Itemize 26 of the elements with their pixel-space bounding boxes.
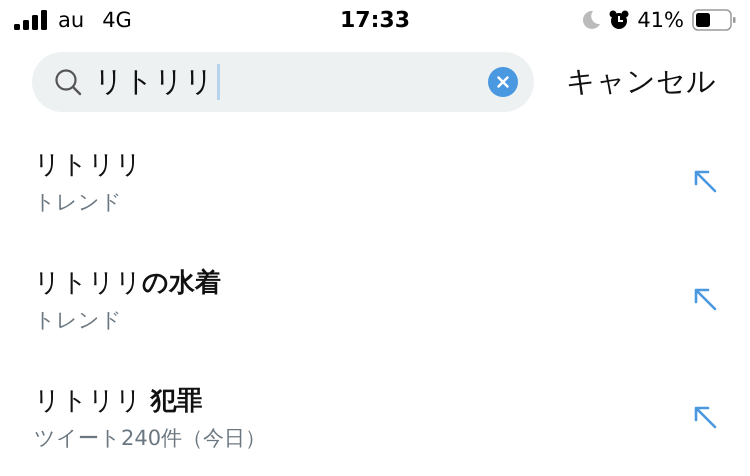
arrow-icon[interactable]	[692, 168, 718, 194]
search-field[interactable]: リトリリ	[32, 52, 534, 112]
battery-percent: 41%	[637, 8, 684, 32]
clear-button[interactable]	[488, 67, 518, 97]
suggestion-subtitle: トレンド	[34, 188, 123, 216]
network-type: 4G	[102, 8, 132, 32]
suggestion-row[interactable]: リトリリ 犯罪 ツイート240件（今日）	[0, 358, 750, 476]
search-icon	[54, 68, 82, 96]
suggestion-subtitle: トレンド	[34, 306, 123, 334]
arrow-icon[interactable]	[692, 286, 718, 312]
suggestion-subtitle: ツイート240件（今日）	[34, 424, 268, 452]
clock-time: 17:33	[340, 8, 410, 32]
moon-icon	[581, 10, 602, 30]
suggestion-title: リトリリの水着	[34, 266, 222, 300]
signal-icon	[14, 10, 48, 30]
arrow-icon[interactable]	[692, 404, 718, 430]
search-text: リトリリ	[94, 63, 214, 100]
cancel-button[interactable]: キャンセル	[566, 62, 716, 102]
suggestion-row[interactable]: リトリリの水着 トレンド	[0, 240, 750, 358]
suggestion-title: リトリリ 犯罪	[34, 384, 204, 418]
suggestion-row[interactable]: リトリリ トレンド	[0, 122, 750, 240]
battery-icon	[692, 9, 736, 31]
alarm-clock-icon	[609, 10, 630, 30]
carrier-name: au	[58, 8, 84, 32]
suggestion-title: リトリリ	[34, 148, 143, 182]
text-cursor	[217, 64, 220, 100]
